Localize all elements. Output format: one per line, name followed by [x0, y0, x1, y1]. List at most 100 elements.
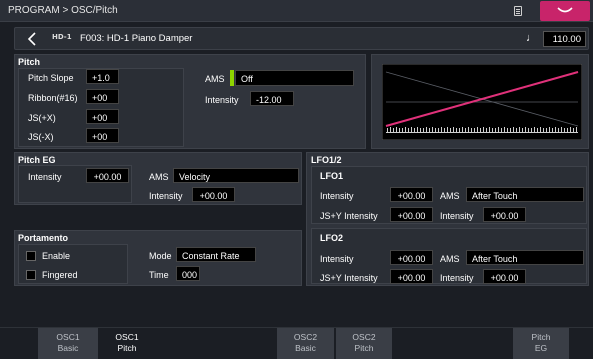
bank-logo: HD-1: [52, 33, 72, 41]
pitch-slope-field[interactable]: +1.0: [86, 69, 119, 84]
keyboard-key: [549, 127, 550, 132]
keyboard-key: [558, 128, 559, 132]
keyboard-key: [432, 127, 433, 132]
lfo1-intensity-field[interactable]: +00.00: [390, 187, 433, 202]
pitch-intensity-field[interactable]: -12.00: [250, 91, 294, 106]
page-list-icon[interactable]: [514, 6, 522, 16]
keyboard-key: [486, 128, 487, 132]
keyboard-key: [483, 127, 484, 132]
tab-line2: Basic: [57, 343, 79, 353]
tab-line2: EG: [534, 343, 548, 353]
portamento-mode-select[interactable]: Constant Rate: [176, 247, 256, 262]
keyboard-key: [456, 128, 457, 132]
keyboard-key: [471, 128, 472, 132]
pitch-title: Pitch: [18, 57, 41, 67]
js-minus-x-field[interactable]: +00: [86, 128, 119, 143]
keyboard-key: [510, 128, 511, 132]
keyboard-key: [387, 128, 388, 132]
lfo-title: LFO1/2: [311, 155, 342, 165]
keyboard-key: [516, 128, 517, 132]
pitch-intensity-label: Intensity: [205, 95, 239, 105]
enable-label: Enable: [42, 251, 71, 261]
lfo2-ams-select[interactable]: After Touch: [466, 250, 584, 265]
lfo1-jsy-field[interactable]: +00.00: [390, 207, 433, 222]
lfo2-intensity-field[interactable]: +00.00: [390, 250, 433, 265]
tab-pitch-eg[interactable]: Pitch EG: [513, 328, 569, 359]
keyboard-key: [396, 127, 397, 132]
keyboard-key: [459, 128, 460, 132]
pitch-eg-intensity-field[interactable]: +00.00: [86, 168, 129, 183]
portamento-time-field[interactable]: 000: [176, 266, 200, 281]
keyboard-key: [438, 128, 439, 132]
pitch-eg-ams-label: AMS: [149, 172, 169, 182]
keyboard-key: [480, 128, 481, 132]
keyboard-key: [453, 127, 454, 132]
tab-osc1-basic[interactable]: OSC1 Basic: [38, 328, 98, 359]
lfo2-intensity-label: Intensity: [320, 254, 354, 264]
keyboard-key: [465, 128, 466, 132]
portamento-time-label: Time: [149, 270, 169, 280]
keyboard-key: [408, 128, 409, 132]
keyboard-key: [573, 128, 574, 132]
program-name[interactable]: F003: HD-1 Piano Damper: [80, 33, 192, 44]
portamento-mode-label: Mode: [149, 251, 172, 261]
pitch-ams-select[interactable]: Off: [235, 70, 354, 86]
keyboard-key: [513, 127, 514, 132]
tempo-field[interactable]: 110.00: [543, 31, 586, 47]
tab-osc2-basic[interactable]: OSC2 Basic: [277, 328, 334, 359]
lfo2-jsy-field[interactable]: +00.00: [390, 269, 433, 284]
keyboard-key: [414, 128, 415, 132]
pitch-eg-ams-select[interactable]: Velocity: [173, 168, 299, 183]
tab-line1: Pitch: [531, 332, 551, 342]
lfo2-jsy-label: JS+Y Intensity: [320, 273, 378, 283]
keyboard-key: [417, 127, 418, 132]
keyboard-key: [543, 128, 544, 132]
menu-button[interactable]: [540, 1, 590, 21]
js-plus-x-field[interactable]: +00: [86, 109, 119, 124]
keyboard-key: [567, 128, 568, 132]
keyboard-key: [405, 127, 406, 132]
keyboard-key: [420, 128, 421, 132]
lfo1-ams-label: AMS: [440, 191, 460, 201]
chevron-down-icon: [557, 7, 573, 13]
keyboard-key: [534, 127, 535, 132]
portamento-title: Portamento: [18, 233, 69, 243]
keyboard-key: [447, 127, 448, 132]
ams-indicator: [230, 70, 234, 86]
js-plus-x-label: JS(+X): [28, 113, 56, 123]
pitch-eg-intensity-label: Intensity: [28, 172, 62, 182]
pitch-slope-graph: [382, 64, 582, 140]
keyboard-key: [546, 128, 547, 132]
keyboard-key: [540, 127, 541, 132]
lfo1-jsy-label: JS+Y Intensity: [320, 211, 378, 221]
pitch-eg-ams-intensity-field[interactable]: +00.00: [192, 187, 235, 202]
keyboard-key: [435, 128, 436, 132]
keyboard-key: [402, 128, 403, 132]
js-minus-x-label: JS(-X): [28, 132, 54, 142]
keyboard-key: [531, 128, 532, 132]
pitch-eg-title: Pitch EG: [18, 155, 56, 165]
lfo2-ams-intensity-field[interactable]: +00.00: [483, 269, 526, 284]
ribbon-label: Ribbon(#16): [28, 93, 78, 103]
tab-line2: Basic: [295, 343, 316, 353]
keyboard-key: [399, 128, 400, 132]
keyboard-key: [462, 127, 463, 132]
keyboard-key: [495, 128, 496, 132]
keyboard-key: [561, 127, 562, 132]
tab-osc1-pitch[interactable]: OSC1 Pitch: [98, 328, 156, 359]
chevron-left-icon[interactable]: [26, 32, 38, 46]
ribbon-field[interactable]: +00: [86, 89, 119, 104]
lfo2-ams-intensity-label: Intensity: [440, 273, 474, 283]
lfo1-ams-intensity-field[interactable]: +00.00: [483, 207, 526, 222]
keyboard-key: [390, 127, 391, 132]
enable-checkbox[interactable]: [26, 251, 36, 261]
lfo1-ams-select[interactable]: After Touch: [466, 187, 584, 202]
tab-osc2-pitch[interactable]: OSC2 Pitch: [336, 328, 392, 359]
fingered-label: Fingered: [42, 270, 78, 280]
keyboard-key: [444, 128, 445, 132]
keyboard-key: [576, 127, 577, 132]
keyboard-key: [492, 128, 493, 132]
keyboard-key: [564, 128, 565, 132]
fingered-checkbox[interactable]: [26, 270, 36, 280]
keyboard-key: [528, 128, 529, 132]
